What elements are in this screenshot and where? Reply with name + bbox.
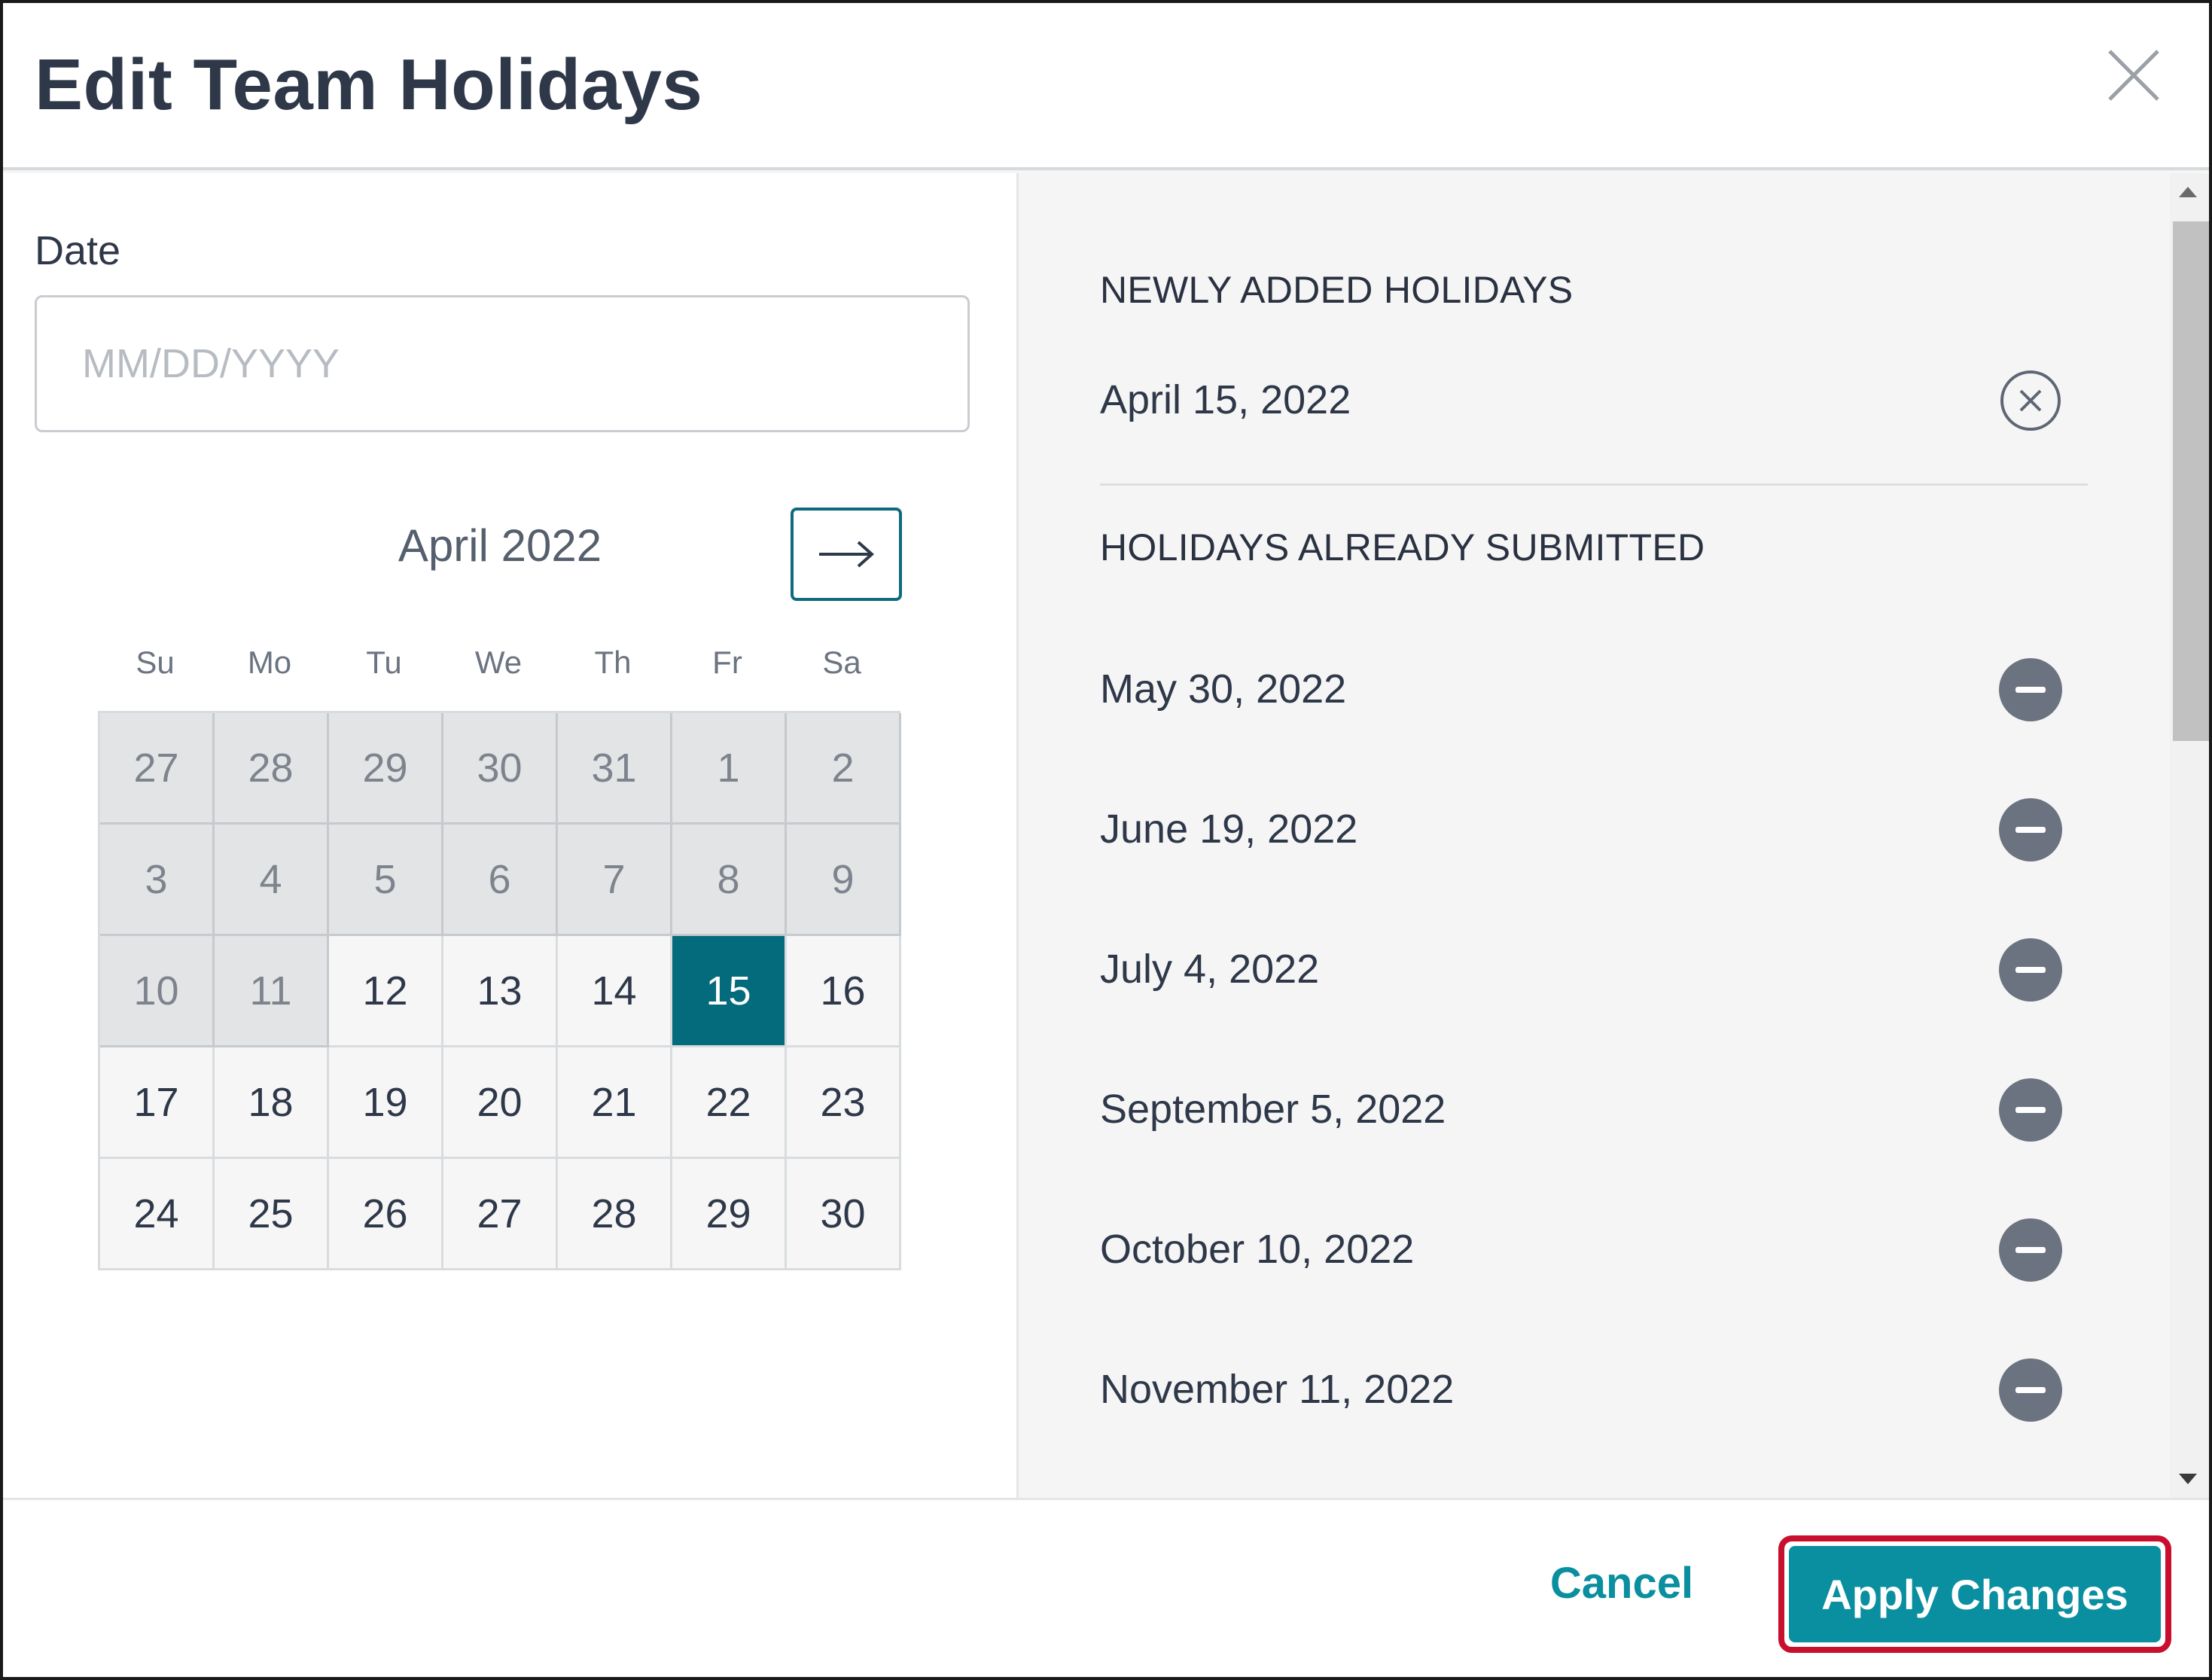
- calendar-day: 11: [215, 936, 329, 1047]
- calendar-day[interactable]: 18: [215, 1047, 329, 1159]
- minus-circle-icon[interactable]: [1999, 938, 2062, 1002]
- remove-circle-x-icon[interactable]: [1999, 369, 2062, 432]
- holiday-date: October 10, 2022: [1100, 1227, 1415, 1272]
- calendar-day[interactable]: 29: [672, 1159, 787, 1270]
- calendar-day[interactable]: 13: [443, 936, 558, 1047]
- calendar-day[interactable]: 21: [558, 1047, 672, 1159]
- cancel-button[interactable]: Cancel: [1531, 1545, 1712, 1621]
- scroll-up-arrow-icon[interactable]: [2179, 187, 2197, 197]
- calendar-day: 30: [443, 713, 558, 825]
- calendar-day: 8: [672, 825, 787, 936]
- weekday-label: Su: [136, 645, 175, 680]
- next-month-button[interactable]: [791, 508, 902, 601]
- holiday-date: June 19, 2022: [1100, 806, 1358, 852]
- holiday-date: September 5, 2022: [1100, 1087, 1446, 1132]
- calendar-day-grid: 27 28 29 30 31 1 2 3 4 5 6 7 8 9 10 11 12 13 14 15 16 17 18 19 2…: [98, 711, 901, 1270]
- calendar-day: 4: [215, 825, 329, 936]
- dialog-header: Edit Team Holidays: [3, 3, 2209, 170]
- calendar-day[interactable]: 22: [672, 1047, 787, 1159]
- dialog-title: Edit Team Holidays: [35, 44, 703, 125]
- calendar-day: 27: [100, 713, 215, 825]
- calendar-day[interactable]: 28: [558, 1159, 672, 1270]
- scrollbar-thumb[interactable]: [2173, 221, 2209, 741]
- calendar-day[interactable]: 12: [329, 936, 443, 1047]
- calendar-day[interactable]: 16: [787, 936, 901, 1047]
- submitted-holiday-row: July 4, 2022: [1100, 932, 2094, 1008]
- calendar-day[interactable]: 25: [215, 1159, 329, 1270]
- weekday-label: Th: [594, 645, 632, 680]
- calendar-day: 31: [558, 713, 672, 825]
- calendar-day[interactable]: 30: [787, 1159, 901, 1270]
- scroll-down-arrow-icon[interactable]: [2179, 1474, 2197, 1484]
- submitted-holiday-row: October 10, 2022: [1100, 1212, 2094, 1288]
- calendar-day[interactable]: 20: [443, 1047, 558, 1159]
- calendar-day: 1: [672, 713, 787, 825]
- weekday-label: Mo: [247, 645, 292, 680]
- holidays-list-pane: NEWLY ADDED HOLIDAYS April 15, 2022 HOLI…: [1019, 173, 2171, 1498]
- calendar-day: 7: [558, 825, 672, 936]
- calendar-day: 29: [329, 713, 443, 825]
- submitted-holiday-row: June 19, 2022: [1100, 792, 2094, 867]
- weekday-label: We: [474, 645, 523, 680]
- submitted-holiday-row: November 11, 2022: [1100, 1352, 2094, 1428]
- newly-added-heading: NEWLY ADDED HOLIDAYS: [1100, 269, 1574, 311]
- apply-changes-button[interactable]: Apply Changes: [1789, 1546, 2161, 1642]
- minus-circle-icon[interactable]: [1999, 1218, 2062, 1282]
- calendar-day[interactable]: 26: [329, 1159, 443, 1270]
- calendar-day: 3: [100, 825, 215, 936]
- submitted-holiday-row: May 30, 2022: [1100, 652, 2094, 727]
- calendar-day[interactable]: 23: [787, 1047, 901, 1159]
- calendar-day: 28: [215, 713, 329, 825]
- weekday-label: Tu: [366, 645, 402, 680]
- submitted-holiday-row: September 5, 2022: [1100, 1072, 2094, 1148]
- weekday-label: Fr: [712, 645, 742, 680]
- minus-circle-icon[interactable]: [1999, 798, 2062, 861]
- calendar-day[interactable]: 27: [443, 1159, 558, 1270]
- holiday-date: April 15, 2022: [1100, 377, 1351, 422]
- submitted-holiday-row: November 24, 2022: [1100, 1492, 2094, 1498]
- arrow-right-icon: [819, 541, 875, 568]
- date-picker-pane: Date April 2022 SuMoTuWeThFrSa 272829303…: [3, 173, 1016, 1498]
- calendar-day: 6: [443, 825, 558, 936]
- date-input[interactable]: [35, 295, 970, 432]
- holiday-date: November 11, 2022: [1100, 1367, 1455, 1412]
- calendar-day: 5: [329, 825, 443, 936]
- weekday-label: Sa: [822, 645, 861, 680]
- minus-circle-icon[interactable]: [1999, 1358, 2062, 1422]
- minus-circle-icon[interactable]: [1999, 1078, 2062, 1142]
- submitted-heading: HOLIDAYS ALREADY SUBMITTED: [1100, 526, 1705, 569]
- calendar-day[interactable]: 19: [329, 1047, 443, 1159]
- dialog-footer: Cancel Apply Changes: [3, 1498, 2209, 1677]
- calendar-day[interactable]: 14: [558, 936, 672, 1047]
- calendar-day: 2: [787, 713, 901, 825]
- calendar-day: 9: [787, 825, 901, 936]
- minus-circle-icon[interactable]: [1999, 658, 2062, 721]
- calendar-day[interactable]: 17: [100, 1047, 215, 1159]
- calendar-weekday-header: Su Mo Tu We Th Fr Sa: [98, 645, 900, 681]
- holiday-date: July 4, 2022: [1100, 947, 1320, 992]
- calendar-day: 10: [100, 936, 215, 1047]
- scrollbar[interactable]: [2170, 173, 2209, 1498]
- edit-team-holidays-dialog: Edit Team Holidays Date April 2022 SuMoT…: [0, 0, 2212, 1680]
- date-field-label: Date: [35, 228, 121, 273]
- calendar-day-selected[interactable]: 15: [672, 936, 787, 1047]
- close-icon[interactable]: [2104, 45, 2164, 105]
- calendar-day[interactable]: 24: [100, 1159, 215, 1270]
- section-divider: [1100, 483, 2088, 486]
- holiday-date: May 30, 2022: [1100, 666, 1347, 712]
- newly-added-holiday-row: April 15, 2022: [1100, 363, 2094, 438]
